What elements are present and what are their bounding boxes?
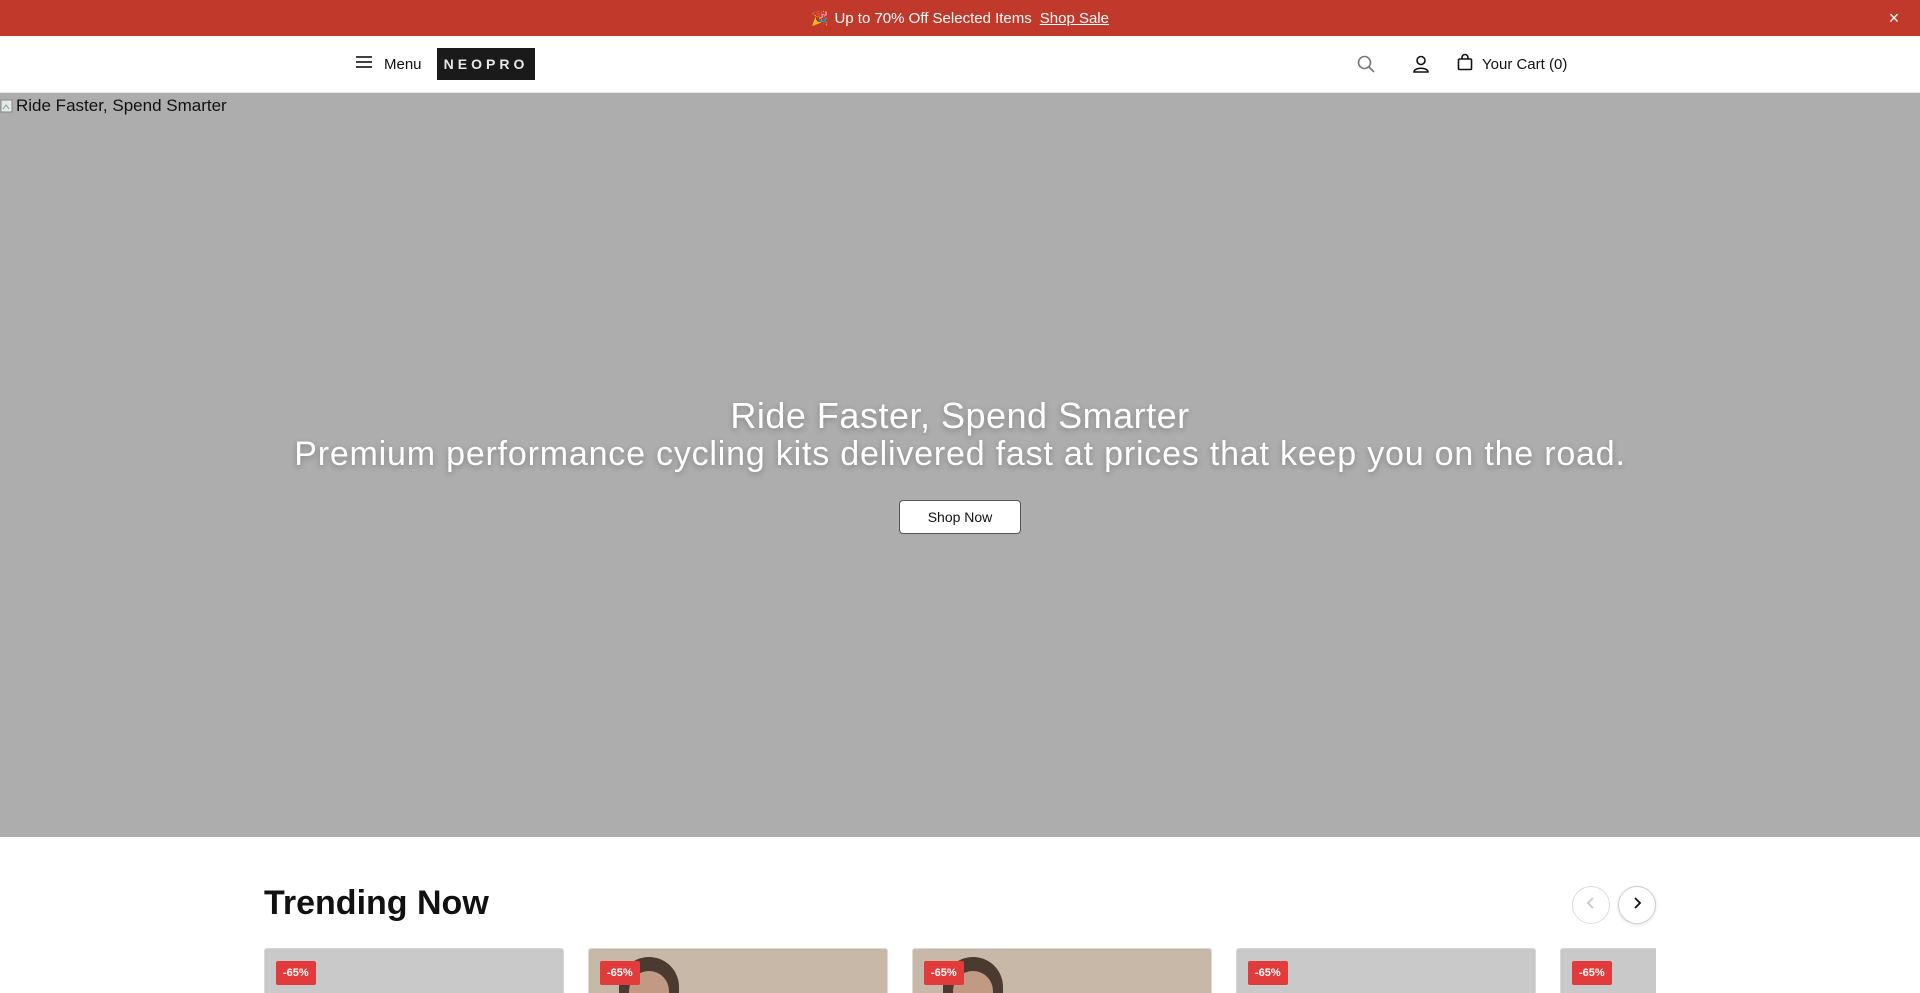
menu-label: Menu <box>384 55 422 73</box>
carousel-next-button[interactable] <box>1618 886 1656 924</box>
hero-banner: Ride Faster, Spend Smarter Ride Faster, … <box>0 93 1920 837</box>
product-card[interactable]: -65% <box>1236 948 1536 993</box>
discount-badge: -65% <box>276 961 316 985</box>
product-carousel: -65% -65% -65% -65% -65% <box>264 948 1656 993</box>
discount-badge: -65% <box>924 961 964 985</box>
product-card[interactable]: -65% <box>588 948 888 993</box>
menu-button[interactable]: Menu <box>354 52 422 76</box>
announcement-text: Up to 70% Off Selected Items <box>834 9 1032 27</box>
hero-title: Ride Faster, Spend Smarter <box>730 395 1190 436</box>
user-icon[interactable] <box>1411 54 1433 76</box>
discount-badge: -65% <box>1248 961 1288 985</box>
announcement-bar: 🎉 Up to 70% Off Selected Items Shop Sale… <box>0 0 1920 36</box>
shop-sale-link[interactable]: Shop Sale <box>1040 10 1109 27</box>
discount-badge: -65% <box>600 961 640 985</box>
search-icon[interactable] <box>1356 54 1378 76</box>
cart-label: Your Cart (0) <box>1482 55 1568 73</box>
shopping-bag-icon <box>1456 53 1474 75</box>
site-header: Menu NEOPRO Your Cart (0) <box>0 36 1920 93</box>
chevron-right-icon <box>1629 895 1645 916</box>
cart-button[interactable]: Your Cart (0) <box>1456 53 1567 75</box>
close-announcement-button[interactable]: × <box>1884 8 1904 28</box>
chevron-left-icon <box>1583 895 1599 916</box>
product-card[interactable]: -65% <box>1560 948 1656 993</box>
logo[interactable]: NEOPRO <box>437 48 535 80</box>
carousel-prev-button[interactable] <box>1572 886 1610 924</box>
hero-image-alt-text: Ride Faster, Spend Smarter <box>16 96 227 115</box>
hamburger-icon <box>354 52 374 76</box>
hero-subtitle: Premium performance cycling kits deliver… <box>294 435 1626 473</box>
product-card[interactable]: -65% <box>912 948 1212 993</box>
discount-badge: -65% <box>1572 961 1612 985</box>
party-popper-icon: 🎉 <box>811 9 829 26</box>
shop-now-button[interactable]: Shop Now <box>899 500 1021 534</box>
broken-image-icon <box>0 98 14 114</box>
product-card[interactable]: -65% <box>264 948 564 993</box>
hero-image-alt: Ride Faster, Spend Smarter <box>0 96 227 116</box>
section-title: Trending Now <box>264 884 489 922</box>
